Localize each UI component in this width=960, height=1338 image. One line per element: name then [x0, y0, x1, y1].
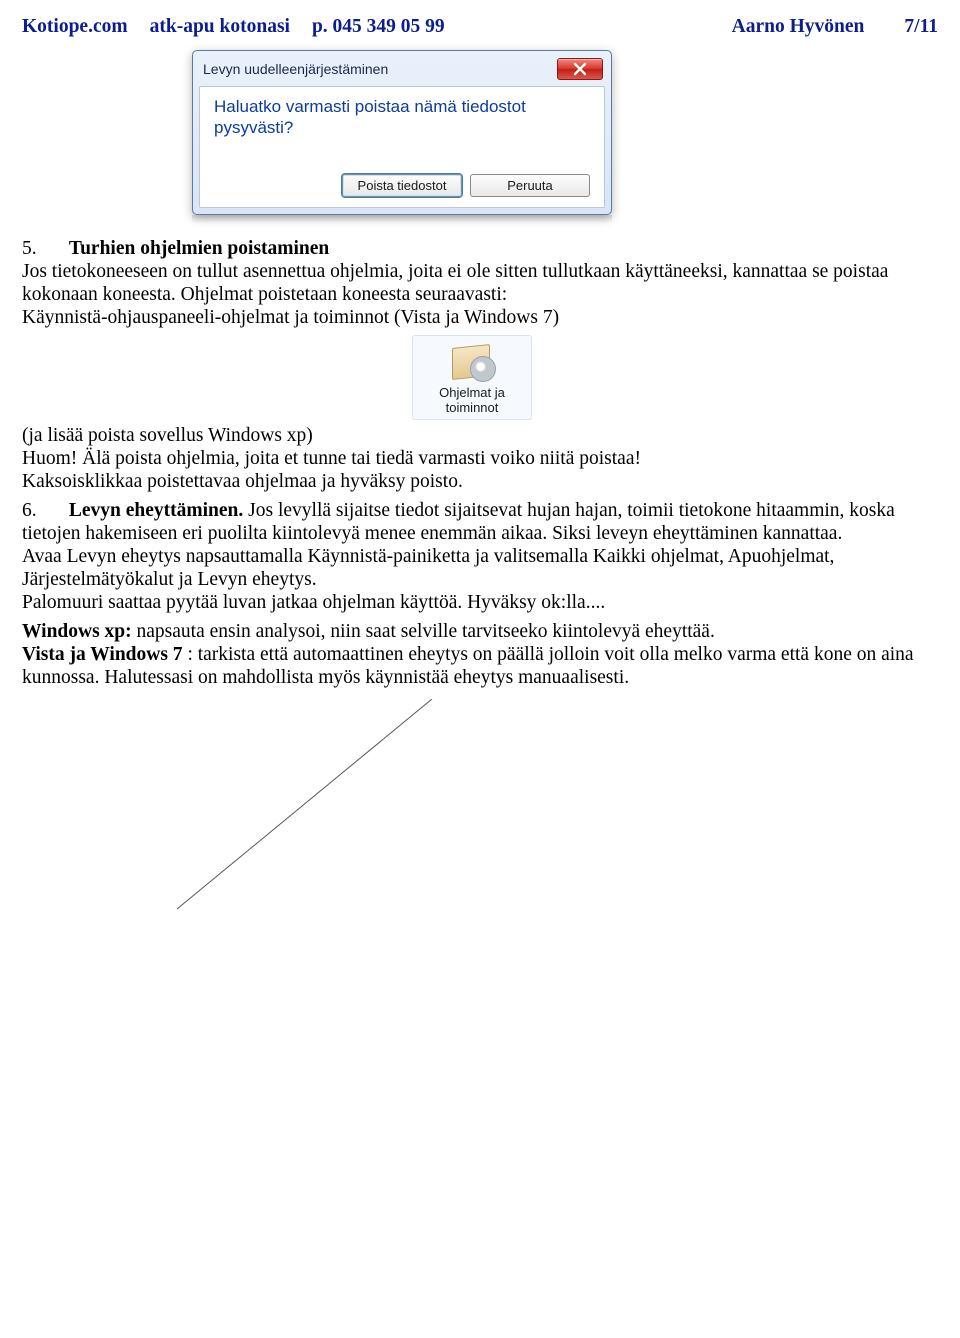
dialog-screenshot: Levyn uudelleenjärjestäminen Haluatko va…	[192, 50, 612, 223]
close-icon[interactable]	[557, 58, 603, 80]
section5-heading: 5. Turhien ohjelmien poistaminen	[22, 237, 938, 260]
xp-label: Windows xp:	[22, 621, 132, 642]
section5-p5: Kaksoisklikkaa poistettavaa ohjelmaa ja …	[22, 470, 938, 493]
tagline: atk-apu kotonasi	[150, 16, 290, 38]
section5-p3: (ja lisää poista sovellus Windows xp)	[22, 424, 938, 447]
page-number: 7/11	[904, 16, 938, 38]
section5-p2: Käynnistä-ohjauspaneeli-ohjelmat ja toim…	[22, 306, 938, 329]
site-name: Kotiope.com	[22, 16, 128, 38]
phone: p. 045 349 05 99	[312, 16, 445, 38]
section5-num: 5.	[22, 237, 64, 260]
box-disc-icon	[448, 342, 496, 382]
dialog-msg-line2: pysyvästi?	[214, 118, 293, 137]
footer-decor	[22, 689, 938, 949]
section6-title: Levyn eheyttäminen.	[69, 500, 243, 521]
section6-xp: Windows xp: napsauta ensin analysoi, nii…	[22, 620, 938, 643]
section5-p4: Huom! Älä poista ohjelmia, joita et tunn…	[22, 447, 938, 470]
w7-label: Vista ja Windows 7	[22, 644, 183, 665]
dialog-title: Levyn uudelleenjärjestäminen	[203, 61, 557, 77]
dialog-titlebar: Levyn uudelleenjärjestäminen	[199, 56, 605, 86]
delete-files-button[interactable]: Poista tiedostot	[342, 174, 462, 197]
author: Aarno Hyvönen	[732, 16, 865, 38]
cancel-button[interactable]: Peruuta	[470, 174, 590, 197]
page-header: Kotiope.com atk-apu kotonasi p. 045 349 …	[22, 16, 938, 38]
section6-p2: Avaa Levyn eheytys napsauttamalla Käynni…	[22, 545, 938, 591]
section6-p3: Palomuuri saattaa pyytää luvan jatkaa oh…	[22, 591, 938, 614]
section5-p1: Jos tietokoneeseen on tullut asennettua …	[22, 260, 938, 306]
section6-w7: Vista ja Windows 7 : tarkista että autom…	[22, 643, 938, 689]
cp-label-l1: Ohjelmat ja	[439, 385, 505, 400]
programs-and-features-icon[interactable]: Ohjelmat ja toiminnot	[412, 335, 532, 420]
section6-block: 6. Levyn eheyttäminen. Jos levyllä sijai…	[22, 499, 938, 545]
cp-label-l2: toiminnot	[446, 400, 499, 415]
diagonal-line-icon	[172, 699, 472, 919]
section6-num: 6.	[22, 499, 64, 522]
dialog-message: Haluatko varmasti poistaa nämä tiedostot…	[214, 97, 590, 138]
xp-rest: napsauta ensin analysoi, niin saat selvi…	[137, 621, 715, 642]
dialog-msg-line1: Haluatko varmasti poistaa nämä tiedostot	[214, 97, 526, 116]
section5-title: Turhien ohjelmien poistaminen	[69, 238, 329, 259]
